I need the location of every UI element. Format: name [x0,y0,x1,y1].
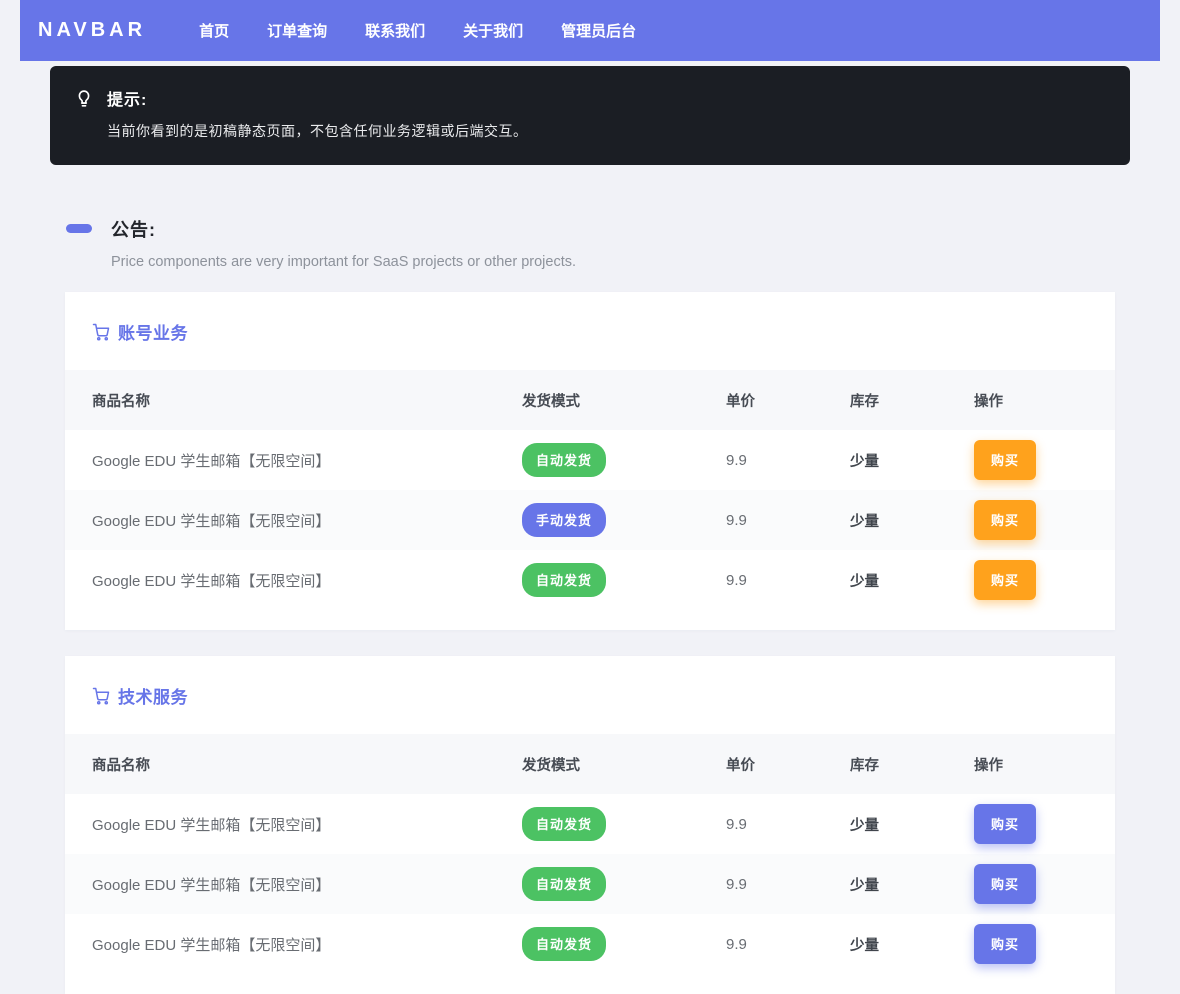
lightbulb-icon [73,87,95,141]
tip-banner: 提示: 当前你看到的是初稿静态页面，不包含任何业务逻辑或后端交互。 [50,66,1130,165]
card-title-row: 技术服务 [65,656,1115,734]
delivery-mode-badge: 自动发货 [522,867,607,901]
tip-body: 当前你看到的是初稿静态页面，不包含任何业务逻辑或后端交互。 [107,123,528,139]
stock-amount: 少量 [850,817,879,834]
buy-button[interactable]: 购买 [974,924,1037,964]
nav-links: 首页 订单查询 联系我们 关于我们 管理员后台 [180,20,655,41]
table-header-row: 商品名称 发货模式 单价 库存 操作 [65,370,1115,430]
column-header-product-name: 商品名称 [92,393,150,410]
column-header-action: 操作 [974,757,1003,774]
column-header-stock: 库存 [850,393,879,410]
table-row: Google EDU 学生邮箱【无限空间】 自动发货 9.9 少量 购买 [65,430,1115,490]
product-name: Google EDU 学生邮箱【无限空间】 [92,936,331,954]
table-row: Google EDU 学生邮箱【无限空间】 自动发货 9.9 少量 购买 [65,914,1115,974]
table-row: Google EDU 学生邮箱【无限空间】 手动发货 9.9 少量 购买 [65,490,1115,550]
table-header-row: 商品名称 发货模式 单价 库存 操作 [65,734,1115,794]
stock-amount: 少量 [850,877,879,894]
nav-item-contact-us[interactable]: 联系我们 [365,20,425,41]
brand-logo[interactable]: NAVBAR [38,19,146,42]
product-card-account-business: 账号业务 商品名称 发货模式 单价 库存 操作 Google EDU 学生邮箱【… [65,292,1115,630]
product-name: Google EDU 学生邮箱【无限空间】 [92,572,331,590]
announcement-content: 公告: Price components are very important … [111,216,576,270]
card-title-row: 账号业务 [65,292,1115,370]
buy-button[interactable]: 购买 [974,500,1037,540]
column-header-stock: 库存 [850,757,879,774]
unit-price: 9.9 [726,935,747,953]
column-header-delivery-mode: 发货模式 [522,393,580,410]
stock-amount: 少量 [850,513,879,530]
announcement-dash-icon [66,224,92,233]
product-name: Google EDU 学生邮箱【无限空间】 [92,452,331,470]
nav-item-order-query[interactable]: 订单查询 [267,20,327,41]
announcement-title: 公告: [111,220,156,240]
column-header-product-name: 商品名称 [92,757,150,774]
table-row: Google EDU 学生邮箱【无限空间】 自动发货 9.9 少量 购买 [65,794,1115,854]
column-header-action: 操作 [974,393,1003,410]
shopping-cart-icon [92,687,110,705]
tip-content: 提示: 当前你看到的是初稿静态页面，不包含任何业务逻辑或后端交互。 [107,86,528,141]
delivery-mode-badge: 自动发货 [522,927,607,961]
tip-title: 提示: [107,92,148,109]
buy-button[interactable]: 购买 [974,864,1037,904]
unit-price: 9.9 [726,451,747,469]
unit-price: 9.9 [726,875,747,893]
nav-item-about-us[interactable]: 关于我们 [463,20,523,41]
delivery-mode-badge: 自动发货 [522,443,607,477]
delivery-mode-badge: 手动发货 [522,503,607,537]
nav-item-admin-backend[interactable]: 管理员后台 [561,20,636,41]
unit-price: 9.9 [726,571,747,589]
column-header-unit-price: 单价 [726,393,755,410]
table-row: Google EDU 学生邮箱【无限空间】 自动发货 9.9 少量 购买 [65,854,1115,914]
buy-button[interactable]: 购买 [974,560,1037,600]
column-header-delivery-mode: 发货模式 [522,757,580,774]
delivery-mode-badge: 自动发货 [522,807,607,841]
unit-price: 9.9 [726,511,747,529]
stock-amount: 少量 [850,937,879,954]
buy-button[interactable]: 购买 [974,804,1037,844]
announcement-section: 公告: Price components are very important … [50,216,1130,270]
card-title: 技术服务 [118,688,188,707]
stock-amount: 少量 [850,453,879,470]
unit-price: 9.9 [726,815,747,833]
stock-amount: 少量 [850,573,879,590]
product-card-tech-service: 技术服务 商品名称 发货模式 单价 库存 操作 Google EDU 学生邮箱【… [65,656,1115,994]
shopping-cart-icon [92,323,110,341]
buy-button[interactable]: 购买 [974,440,1037,480]
nav-item-home[interactable]: 首页 [199,20,229,41]
product-name: Google EDU 学生邮箱【无限空间】 [92,816,331,834]
announcement-body: Price components are very important for … [111,254,577,270]
navbar: NAVBAR 首页 订单查询 联系我们 关于我们 管理员后台 [20,0,1160,61]
product-name: Google EDU 学生邮箱【无限空间】 [92,512,331,530]
page-container: 提示: 当前你看到的是初稿静态页面，不包含任何业务逻辑或后端交互。 公告: Pr… [50,66,1130,994]
column-header-unit-price: 单价 [726,757,755,774]
product-name: Google EDU 学生邮箱【无限空间】 [92,876,331,894]
card-title: 账号业务 [118,324,188,343]
delivery-mode-badge: 自动发货 [522,563,607,597]
table-row: Google EDU 学生邮箱【无限空间】 自动发货 9.9 少量 购买 [65,550,1115,610]
